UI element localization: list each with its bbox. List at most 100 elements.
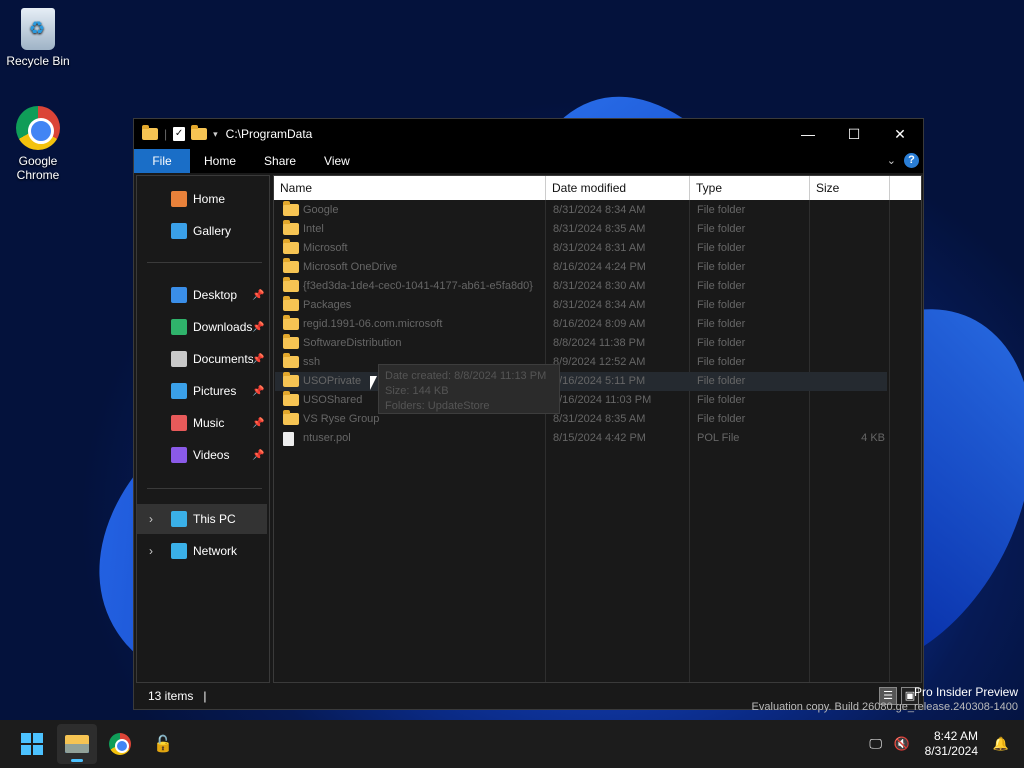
pin-icon: 📌 [252, 449, 265, 461]
build-watermark: Pro Insider Preview Evaluation copy. Bui… [752, 685, 1018, 715]
sidebar-item-downloads[interactable]: Downloads 📌 [137, 312, 267, 342]
sidebar-item-label: Pictures [193, 384, 237, 398]
cell-type: File folder [697, 242, 746, 254]
folder-icon [283, 353, 299, 368]
this-pc-icon [171, 511, 187, 527]
file-row[interactable]: ntuser.pol 8/15/2024 4:42 PM POL File 4 KB [275, 429, 887, 448]
sidebar-item-pictures[interactable]: Pictures 📌 [137, 376, 267, 406]
system-tray: 🖵 🔇 8:42 AM 8/31/2024 🔔 [865, 720, 1024, 768]
file-row[interactable]: {f3ed3da-1de4-cec0-1041-4177-ab61-e5fa8d… [275, 277, 887, 296]
new-folder-icon[interactable] [191, 125, 208, 140]
expand-ribbon-icon[interactable]: ⌄ [887, 154, 896, 167]
cell-size [815, 391, 885, 410]
cell-size [815, 296, 885, 315]
cell-date: 8/9/2024 12:52 AM [553, 356, 646, 368]
file-icon [283, 432, 294, 446]
maximize-button[interactable]: ☐ [831, 119, 877, 149]
pin-icon: 📌 [252, 353, 265, 365]
clock-date: 8/31/2024 [924, 744, 978, 758]
cell-type: File folder [697, 223, 746, 235]
file-row[interactable]: ssh 8/9/2024 12:52 AM File folder [275, 353, 887, 372]
quick-access-toolbar: | ✓ ▾ [142, 125, 218, 141]
column-header-date[interactable]: Date modified [546, 176, 690, 200]
tooltip-folders: Folders: UpdateStore [385, 400, 490, 412]
desktop-icon-label: Recycle Bin [6, 54, 70, 68]
status-separator: | [203, 689, 207, 703]
clock[interactable]: 8:42 AM 8/31/2024 [925, 729, 978, 759]
sidebar-item-label: Home [193, 192, 226, 206]
column-header-row: Name ⌃ Date modified Type Size [274, 176, 921, 200]
network-icon [171, 543, 187, 559]
desktop-icon [171, 287, 187, 303]
cell-name: regid.1991-06.com.microsoft [303, 318, 443, 330]
start-button[interactable] [12, 724, 52, 764]
tab-home[interactable]: Home [190, 149, 250, 173]
volume-muted-icon[interactable]: 🔇 [891, 736, 913, 752]
sidebar-item-this-pc[interactable]: › This PC [137, 504, 267, 534]
cell-size [815, 372, 885, 391]
videos-icon [171, 447, 187, 463]
close-button[interactable]: ✕ [877, 119, 923, 149]
taskbar-lock-app[interactable]: 🔓 [143, 724, 183, 764]
cell-name: Google [303, 204, 339, 216]
chevron-right-icon[interactable]: › [149, 512, 153, 526]
file-explorer-window: | ✓ ▾ C:\ProgramData — ☐ ✕ File Home Sha… [133, 118, 924, 710]
sidebar-item-music[interactable]: Music 📌 [137, 408, 267, 438]
help-icon[interactable]: ? [904, 153, 919, 168]
file-row[interactable]: Packages 8/31/2024 8:34 AM File folder [275, 296, 887, 315]
customize-toolbar-icon[interactable]: ▾ [213, 129, 218, 140]
desktop-icon-google-chrome[interactable]: Google Chrome [0, 106, 76, 182]
ribbon-tabs: File Home Share View ⌄ ? [134, 149, 923, 173]
file-row[interactable]: Microsoft OneDrive 8/16/2024 4:24 PM File … [275, 258, 887, 277]
tab-share[interactable]: Share [250, 149, 310, 173]
tab-view[interactable]: View [310, 149, 364, 173]
chrome-icon [109, 733, 131, 755]
file-row[interactable]: Microsoft 8/31/2024 8:31 AM File folder [275, 239, 887, 258]
file-row[interactable]: USOPrivate 8/16/2024 5:11 PM File folder [275, 372, 887, 391]
cell-type: File folder [697, 356, 746, 368]
tooltip-size: Size: 144 KB [385, 385, 449, 397]
navigation-pane: Home Gallery Desktop 📌 Downloads 📌 Documents 📌 P… [136, 175, 270, 683]
pin-icon: 📌 [252, 321, 265, 333]
properties-icon[interactable]: ✓ [173, 127, 186, 141]
sidebar-item-network[interactable]: › Network [137, 536, 267, 566]
cell-size [815, 334, 885, 353]
file-row[interactable]: SoftwareDistribution 8/8/2024 11:38 PM Fil… [275, 334, 887, 353]
home-icon [171, 191, 187, 207]
desktop-icon-recycle-bin[interactable]: Recycle Bin [0, 8, 76, 68]
minimize-button[interactable]: — [785, 119, 831, 149]
cell-name: Microsoft [303, 242, 348, 254]
watermark-edition: Pro Insider Preview [913, 685, 1018, 699]
title-bar[interactable]: | ✓ ▾ C:\ProgramData — ☐ ✕ [134, 119, 923, 149]
item-count: 13 items [148, 689, 194, 703]
sidebar-item-label: Music [193, 416, 225, 430]
column-header-size[interactable]: Size [810, 176, 890, 200]
column-header-type[interactable]: Type [690, 176, 810, 200]
taskbar-file-explorer[interactable] [57, 724, 97, 764]
sidebar-item-home[interactable]: Home [137, 184, 267, 214]
cell-type: File folder [697, 318, 746, 330]
tab-file[interactable]: File [134, 149, 190, 173]
network-status-icon[interactable]: 🖵 [865, 736, 887, 752]
file-row[interactable]: Intel 8/31/2024 8:35 AM File folder [275, 220, 887, 239]
cell-name: Intel [303, 223, 324, 235]
sidebar-item-videos[interactable]: Videos 📌 [137, 440, 267, 470]
watermark-build: Evaluation copy. Build 26080.ge_release.… [751, 701, 1018, 713]
file-row[interactable]: USOShared 8/16/2024 11:03 PM File folder [275, 391, 887, 410]
notifications-bell-icon[interactable]: 🔔 [990, 736, 1012, 752]
file-row[interactable]: regid.1991-06.com.microsoft 8/16/2024 8:0… [275, 315, 887, 334]
pin-icon: 📌 [252, 417, 265, 429]
file-row[interactable]: Google 8/31/2024 8:34 AM File folder [275, 201, 887, 220]
tooltip-date-created: Date created: 8/8/2024 11:13 PM [385, 370, 547, 382]
cell-size [815, 239, 885, 258]
sidebar-item-desktop[interactable]: Desktop 📌 [137, 280, 267, 310]
folder-icon [283, 334, 299, 349]
file-row[interactable]: VS Ryse Group 8/31/2024 8:35 AM File folde… [275, 410, 887, 429]
taskbar-chrome[interactable] [100, 724, 140, 764]
folder-icon [283, 220, 299, 235]
cell-size [815, 201, 885, 220]
sidebar-item-documents[interactable]: Documents 📌 [137, 344, 267, 374]
cell-type: File folder [697, 299, 746, 311]
chevron-right-icon[interactable]: › [149, 544, 153, 558]
sidebar-item-gallery[interactable]: Gallery [137, 216, 267, 246]
